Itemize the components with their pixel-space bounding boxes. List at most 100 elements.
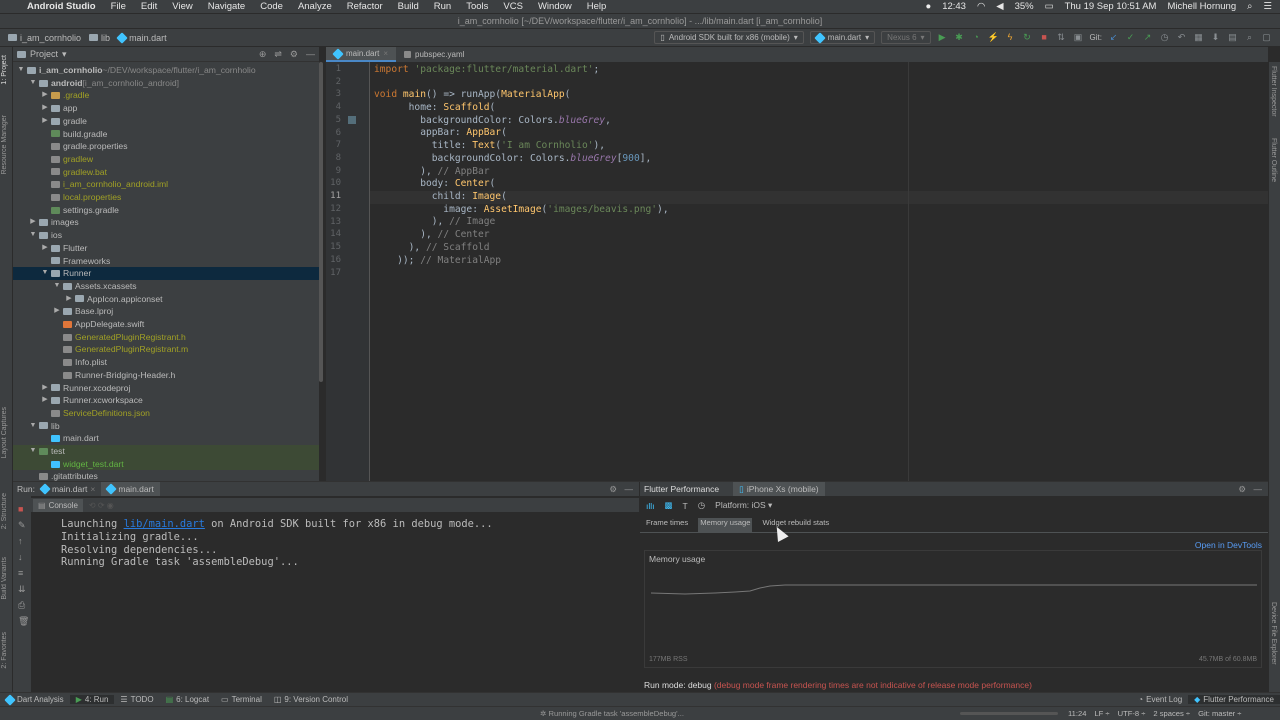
project-tree-item[interactable]: ▶ app bbox=[13, 102, 319, 115]
wifi-icon[interactable]: ◠ bbox=[977, 1, 985, 12]
console-file-link[interactable]: lib/main.dart bbox=[124, 518, 205, 530]
project-tree-item[interactable]: widget_test.dart bbox=[13, 457, 319, 471]
file-encoding[interactable]: UTF-8 ÷ bbox=[1118, 709, 1146, 718]
layout-icon[interactable]: ▤ bbox=[1227, 32, 1238, 43]
pin-icon[interactable]: ✎ bbox=[18, 520, 26, 531]
caret-position[interactable]: 11:24 bbox=[1068, 709, 1086, 718]
stop-icon[interactable]: ■ bbox=[1039, 32, 1050, 43]
project-tree-item[interactable]: ServiceDefinitions.json bbox=[13, 407, 319, 420]
chevron-right-icon[interactable]: ▶ bbox=[41, 102, 49, 115]
tab-memory-usage[interactable]: Memory usage bbox=[698, 518, 753, 532]
indent-setting[interactable]: 2 spaces ÷ bbox=[1153, 709, 1190, 718]
profile-icon[interactable]: ◔ bbox=[971, 32, 982, 43]
trash-icon[interactable]: 🗑 bbox=[18, 616, 29, 627]
flutter-outline-tool-tab[interactable]: Flutter Outline bbox=[1270, 138, 1277, 182]
project-tool-tab[interactable]: 1: Project bbox=[1, 55, 8, 85]
project-tree-item[interactable]: ▼ android [i_am_cornholio_android] bbox=[13, 77, 319, 90]
search-everywhere-icon[interactable]: ⌕ bbox=[1244, 32, 1255, 43]
scroll-to-end-icon[interactable]: ⇊ bbox=[18, 584, 26, 595]
emulator-selector[interactable]: Nexus 6 ▾ bbox=[881, 31, 931, 44]
line-separator[interactable]: LF ÷ bbox=[1094, 709, 1109, 718]
project-tree-item[interactable]: GeneratedPluginRegistrant.m bbox=[13, 343, 319, 356]
menubar-datetime[interactable]: Thu 19 Sep 10:51 AM bbox=[1065, 1, 1157, 12]
collapse-all-icon[interactable]: ⇌ bbox=[274, 49, 282, 60]
background-task-status[interactable]: ✲ Running Gradle task 'assembleDebug'... bbox=[540, 709, 684, 718]
device-selector[interactable]: ▯ Android SDK built for x86 (mobile) ▾ bbox=[654, 31, 804, 44]
git-update-icon[interactable]: ↙ bbox=[1108, 32, 1119, 43]
chevron-down-icon[interactable]: ▼ bbox=[17, 64, 25, 77]
down-arrow-icon[interactable]: ↓ bbox=[18, 552, 23, 562]
menu-help[interactable]: Help bbox=[587, 1, 607, 12]
menu-tools[interactable]: Tools bbox=[466, 1, 488, 12]
layout-captures-tool-tab[interactable]: Layout Captures bbox=[1, 407, 8, 458]
project-tree-item[interactable]: i_am_cornholio_android.iml bbox=[13, 178, 319, 191]
chevron-down-icon[interactable]: ▼ bbox=[41, 267, 49, 280]
menu-refactor[interactable]: Refactor bbox=[347, 1, 383, 12]
chevron-down-icon[interactable]: ▼ bbox=[29, 420, 37, 433]
chevron-down-icon[interactable]: ▼ bbox=[29, 229, 37, 242]
project-tree-item[interactable]: Runner-Bridging-Header.h bbox=[13, 369, 319, 382]
project-tree-item[interactable]: ▶ images bbox=[13, 216, 319, 229]
sync-icon[interactable]: ⇅ bbox=[1056, 32, 1067, 43]
code-editor[interactable]: import 'package:flutter/material.dart'; … bbox=[370, 62, 1268, 481]
run-tab-2[interactable]: main.dart bbox=[101, 482, 160, 496]
project-tree-item[interactable]: ▼ Assets.xcassets bbox=[13, 280, 319, 293]
project-view-selector[interactable]: Project bbox=[30, 49, 58, 59]
project-tree-item[interactable]: ▼ ios bbox=[13, 229, 319, 242]
menu-vcs[interactable]: VCS bbox=[503, 1, 523, 12]
clock-icon[interactable]: ◷ bbox=[698, 500, 705, 511]
version-control-tool-tab[interactable]: ◫ 9: Version Control bbox=[268, 695, 354, 704]
git-branch[interactable]: Git: master ÷ bbox=[1198, 709, 1241, 718]
chevron-down-icon[interactable]: ▼ bbox=[29, 445, 37, 458]
flutter-performance-tool-tab[interactable]: ◆ Flutter Performance bbox=[1188, 695, 1280, 704]
rollback-icon[interactable]: ↶ bbox=[1176, 32, 1187, 43]
color-swatch-icon[interactable] bbox=[348, 116, 356, 124]
event-log-tool-tab[interactable]: ◔ Event Log bbox=[1132, 695, 1188, 704]
sdk-manager-icon[interactable]: ⬇ bbox=[1210, 32, 1221, 43]
project-tree-item[interactable]: ▼ test bbox=[13, 445, 319, 458]
project-scrollbar[interactable] bbox=[319, 62, 323, 382]
flutter-attach-icon[interactable]: ⚡ bbox=[988, 32, 999, 43]
editor-gutter[interactable]: 1 2 3 4 5 6 7 8 9 10 11 12 13 14 15 16 17 bbox=[326, 62, 370, 481]
record-icon[interactable]: ● bbox=[925, 1, 931, 12]
terminal-tool-tab[interactable]: ▭ Terminal bbox=[215, 695, 268, 704]
project-tree-item[interactable]: ▶ .gradle bbox=[13, 89, 319, 102]
console-output[interactable]: Launching lib/main.dart on Android SDK b… bbox=[31, 512, 639, 692]
tab-pubspec-yaml[interactable]: pubspec.yaml bbox=[396, 47, 472, 62]
project-tree-item[interactable]: gradlew bbox=[13, 153, 319, 166]
menu-window[interactable]: Window bbox=[538, 1, 572, 12]
chevron-right-icon[interactable]: ▶ bbox=[41, 382, 49, 395]
project-tree-item[interactable]: ▶ AppIcon.appiconset bbox=[13, 293, 319, 306]
close-icon[interactable]: × bbox=[90, 484, 95, 494]
locate-icon[interactable]: ⊕ bbox=[259, 49, 267, 60]
close-icon[interactable]: × bbox=[383, 49, 388, 58]
gear-icon[interactable]: ⚙ bbox=[609, 484, 617, 495]
perf-overlay-icon[interactable]: ▩ bbox=[665, 500, 673, 511]
project-tree-item[interactable]: ▶ Runner.xcodeproj bbox=[13, 382, 319, 395]
project-tree-item[interactable]: ▶ Runner.xcworkspace bbox=[13, 394, 319, 407]
chevron-right-icon[interactable]: ▶ bbox=[41, 115, 49, 128]
run-tab-1[interactable]: main.dart × bbox=[39, 483, 95, 495]
battery-icon[interactable]: ▭ bbox=[1045, 1, 1054, 12]
console-tab[interactable]: ▤ Console bbox=[33, 498, 83, 512]
stop-icon[interactable]: ■ bbox=[18, 504, 23, 514]
app-menu[interactable]: Android Studio bbox=[27, 1, 96, 12]
perf-device-tab[interactable]: ▯ iPhone Xs (mobile) bbox=[733, 482, 825, 496]
chevron-right-icon[interactable]: ▶ bbox=[41, 394, 49, 407]
hot-reload-icon[interactable]: ϟ bbox=[1005, 32, 1016, 43]
build-variants-tool-tab[interactable]: Build Variants bbox=[1, 557, 8, 600]
chevron-down-icon[interactable]: ▼ bbox=[29, 77, 37, 90]
menu-edit[interactable]: Edit bbox=[141, 1, 157, 12]
run-tool-tab[interactable]: ▶ 4: Run bbox=[69, 695, 115, 704]
bar-chart-icon[interactable]: ıllı bbox=[646, 501, 655, 511]
open-in-devtools-link[interactable]: Open in DevTools bbox=[1195, 540, 1262, 550]
chevron-right-icon[interactable]: ▶ bbox=[41, 89, 49, 102]
gear-icon[interactable]: ⚙ bbox=[290, 49, 298, 60]
minimize-icon[interactable]: — bbox=[625, 484, 634, 494]
breadcrumb-project[interactable]: i_am_cornholio bbox=[8, 33, 81, 43]
chevron-right-icon[interactable]: ▶ bbox=[65, 293, 73, 306]
project-tree-item[interactable]: local.properties bbox=[13, 191, 319, 204]
avd-manager-icon[interactable]: ▣ bbox=[1073, 32, 1084, 43]
chevron-down-icon[interactable]: ▾ bbox=[62, 49, 67, 60]
text-baseline-icon[interactable]: T bbox=[683, 501, 688, 511]
